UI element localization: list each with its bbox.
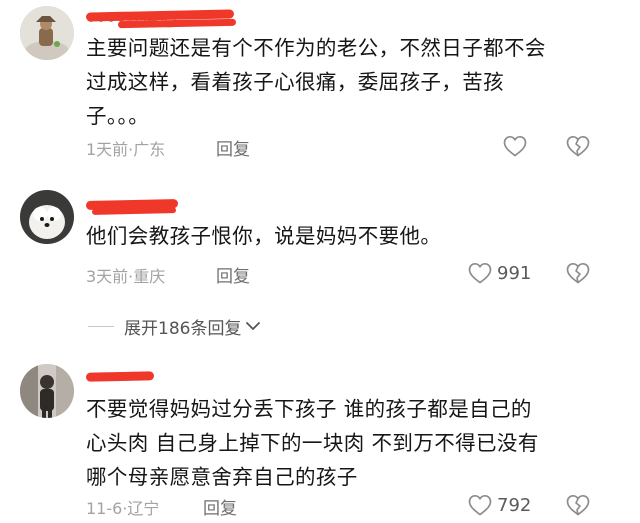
username-redaction (85, 371, 155, 382)
heart-outline-icon (468, 494, 492, 516)
like-count: 792 (497, 494, 532, 516)
avatar[interactable] (20, 364, 74, 418)
like-button[interactable]: 792 (467, 491, 531, 519)
comment-text: 不要觉得妈妈过分丢下孩子 谁的孩子都是自己的 心头肉 自己身上掉下的一块肉 不到… (86, 392, 539, 494)
avatar-image (20, 364, 74, 418)
reply-button[interactable]: 回复 (203, 494, 237, 519)
dislike-button[interactable] (565, 493, 591, 519)
comment-line: 不要觉得妈妈过分丢下孩子 谁的孩子都是自己的 (86, 397, 532, 421)
broken-heart-icon (566, 494, 590, 516)
comment-item: ••••• 不要觉得妈妈过分丢下孩子 谁的孩子都是自己的 心头肉 自己身上掉下的… (0, 0, 640, 523)
comment-meta: 11-6·辽宁 (86, 499, 160, 518)
comment-line: 心头肉 自己身上掉下的一块肉 不到万不得已没有 (86, 431, 539, 455)
comment-line: 哪个母亲愿意舍弃自己的孩子 (86, 465, 358, 489)
